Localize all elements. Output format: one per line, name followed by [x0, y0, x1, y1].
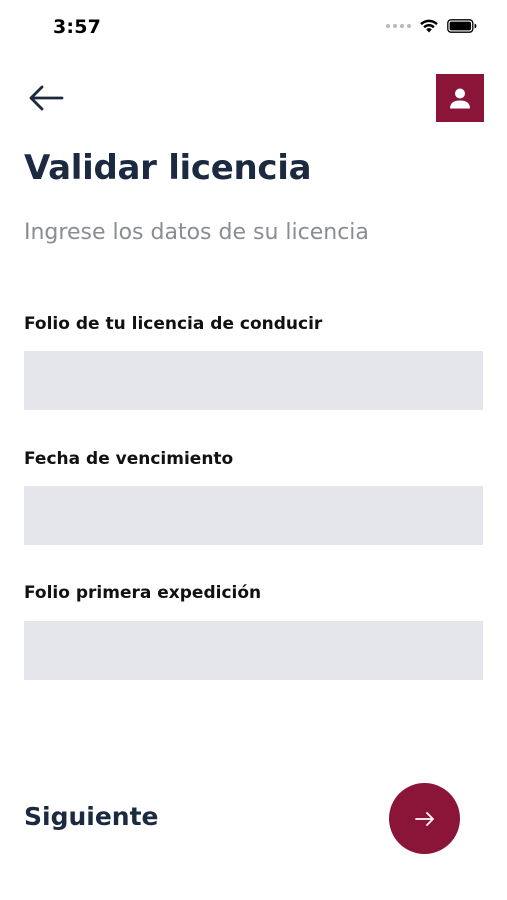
- license-folio-input[interactable]: [24, 351, 483, 410]
- back-button[interactable]: [26, 80, 66, 116]
- first-issue-folio-label: Folio primera expedición: [24, 583, 262, 603]
- page-title: Validar licencia: [24, 148, 312, 188]
- battery-icon: [447, 18, 477, 33]
- license-folio-label: Folio de tu licencia de conducir: [24, 314, 323, 334]
- wifi-icon: [420, 19, 438, 33]
- profile-button[interactable]: [436, 74, 484, 122]
- status-icons: [386, 18, 477, 33]
- next-button[interactable]: [389, 783, 460, 854]
- expiration-date-input[interactable]: [24, 486, 483, 545]
- expiration-date-label: Fecha de vencimiento: [24, 449, 234, 469]
- validar-licencia-screen: 3:57 Validar licencia Ingrese los datos …: [0, 0, 507, 900]
- user-icon: [450, 88, 470, 109]
- signal-dots-icon: [386, 23, 411, 28]
- arrow-right-icon: [414, 811, 434, 826]
- arrow-left-icon: [29, 85, 64, 111]
- status-time: 3:57: [53, 16, 102, 38]
- page-subtitle: Ingrese los datos de su licencia: [24, 220, 369, 245]
- first-issue-folio-input[interactable]: [24, 621, 483, 680]
- next-label[interactable]: Siguiente: [24, 802, 159, 831]
